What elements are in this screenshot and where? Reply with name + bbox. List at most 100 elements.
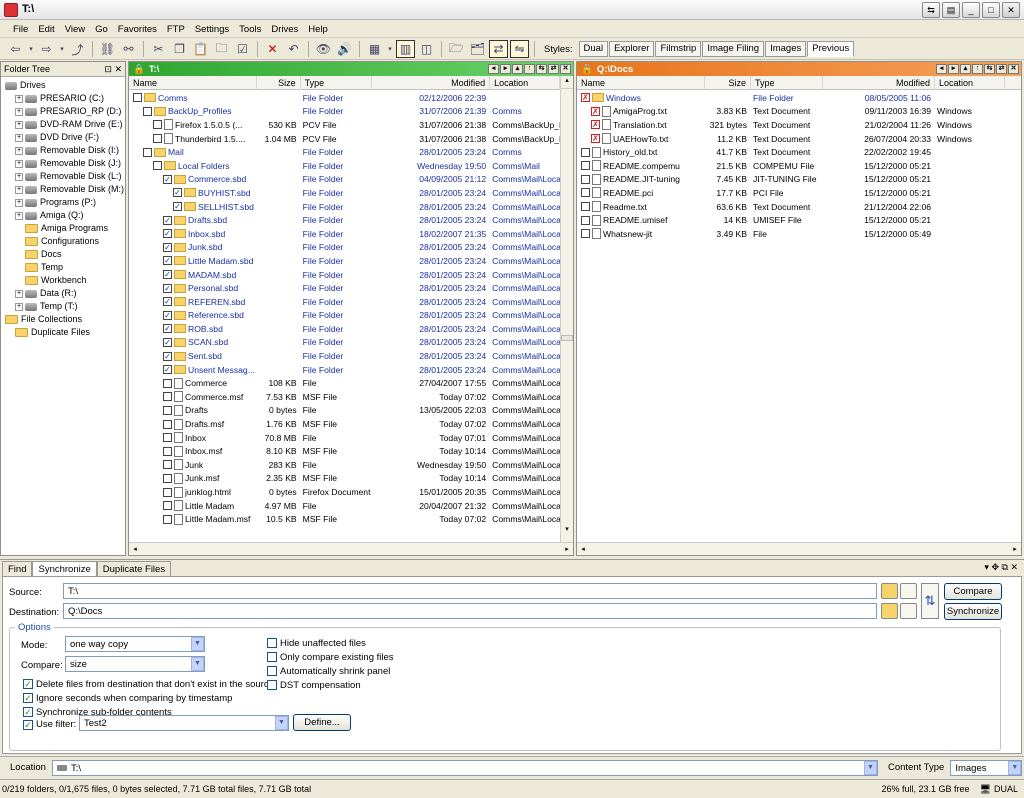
column-header-name[interactable]: Name bbox=[129, 76, 257, 90]
file-row[interactable]: Drafts 0 bytes File 13/05/2005 22:03 Comms\M… bbox=[129, 404, 560, 418]
file-row[interactable]: Local Folders File Folder Wednesday 19:50 C… bbox=[129, 159, 560, 173]
dropdown-icon[interactable]: ▾ bbox=[984, 562, 989, 572]
style-button-dual[interactable]: Dual bbox=[578, 41, 609, 57]
file-checkbox[interactable] bbox=[163, 405, 172, 415]
tree-item[interactable]: Amiga Programs bbox=[1, 222, 125, 235]
undo-icon[interactable]: ↶ bbox=[284, 40, 303, 58]
file-checkbox[interactable] bbox=[163, 446, 172, 456]
tree-item[interactable]: Workbench bbox=[1, 274, 125, 287]
pin-icon[interactable]: ✥ bbox=[991, 562, 999, 572]
menu-item-view[interactable]: View bbox=[60, 21, 90, 37]
file-row[interactable]: ✗ Translation.txt 321 bytes Text Document 21… bbox=[577, 118, 1021, 132]
expand-icon[interactable]: + bbox=[15, 172, 23, 181]
file-row[interactable]: Inbox 70.8 MB File Today 07:01 Comms\Mail\Lo… bbox=[129, 431, 560, 445]
close-icon[interactable]: ✕ bbox=[560, 64, 571, 74]
file-checkbox[interactable] bbox=[581, 188, 590, 198]
file-row[interactable]: BackUp_Profiles File Folder 31/07/2006 21:… bbox=[129, 105, 560, 119]
tree-item[interactable]: + PRESARIO (C:) bbox=[1, 92, 125, 105]
sync-icon[interactable]: ⇆ bbox=[536, 64, 547, 74]
tree-item[interactable]: + Programs (P:) bbox=[1, 196, 125, 209]
tree-item[interactable]: File Collections bbox=[1, 313, 125, 326]
style-button-explorer[interactable]: Explorer bbox=[609, 41, 655, 57]
file-checkbox[interactable]: ✗ bbox=[591, 134, 600, 144]
file-row[interactable]: Little Madam 4.97 MB File 20/04/2007 21:32 C… bbox=[129, 499, 560, 513]
file-row[interactable]: Little Madam.msf 10.5 KB MSF File Today 07:… bbox=[129, 512, 560, 526]
tree-item[interactable]: Duplicate Files bbox=[1, 326, 125, 339]
compare-select[interactable]: size ▼ bbox=[65, 656, 205, 672]
expand-icon[interactable]: + bbox=[15, 133, 23, 142]
option-checkbox[interactable]: ✓ bbox=[23, 693, 33, 703]
file-row[interactable]: README.JIT-tuning 7.45 KB JIT-TUNING File 1… bbox=[577, 173, 1021, 187]
close-icon[interactable]: ✕ bbox=[1010, 562, 1018, 572]
file-row[interactable]: ✓ SELLHIST.sbd File Folder 28/01/2005 23:24… bbox=[129, 200, 560, 214]
next-icon[interactable]: ▸ bbox=[948, 64, 959, 74]
remove-folder-icon[interactable]: 🗂 bbox=[468, 40, 487, 58]
file-checkbox[interactable] bbox=[163, 460, 172, 470]
file-row[interactable]: ✓ MADAM.sbd File Folder 28/01/2005 23:24 Com… bbox=[129, 268, 560, 282]
file-row[interactable]: ✓ Unsent Messag... File Folder 28/01/2005 2… bbox=[129, 363, 560, 377]
maximize-button[interactable]: □ bbox=[982, 2, 1000, 18]
audio-icon[interactable]: 🔊 bbox=[335, 40, 354, 58]
close-button[interactable]: ✕ bbox=[1002, 2, 1020, 18]
file-row[interactable]: README.compemu 21.5 KB COMPEMU File 15/12/2… bbox=[577, 159, 1021, 173]
content-type-select[interactable]: Images ▼ bbox=[950, 759, 1023, 776]
scroll-thumb[interactable] bbox=[561, 335, 573, 341]
compare-folders-icon[interactable]: ⇋ bbox=[510, 40, 529, 58]
swap-source-dest-icon[interactable]: ⇅ bbox=[921, 583, 939, 619]
file-checkbox[interactable] bbox=[163, 487, 172, 497]
folder-tree-icon[interactable]: 🗁 bbox=[447, 40, 466, 58]
forward-icon[interactable]: ⇨ bbox=[37, 40, 56, 58]
file-row[interactable]: ✗ UAEHowTo.txt 11.2 KB Text Document 26/07/2… bbox=[577, 132, 1021, 146]
column-header-size[interactable]: Size bbox=[257, 76, 301, 90]
tree-item[interactable]: + Removable Disk (L:) bbox=[1, 170, 125, 183]
disconnect-drive-icon[interactable]: ⚯ bbox=[119, 40, 138, 58]
file-checkbox[interactable]: ✗ bbox=[581, 93, 590, 103]
column-header-name[interactable]: Name bbox=[577, 75, 705, 90]
file-row[interactable]: ✓ Junk.sbd File Folder 28/01/2005 23:24 Comm… bbox=[129, 241, 560, 255]
column-header-modified[interactable]: Modified bbox=[823, 75, 935, 90]
tree-item[interactable]: + Temp (T:) bbox=[1, 300, 125, 313]
file-row[interactable]: ✓ Little Madam.sbd File Folder 28/01/2005 2… bbox=[129, 254, 560, 268]
tree-item[interactable]: + Removable Disk (I:) bbox=[1, 144, 125, 157]
file-checkbox[interactable]: ✓ bbox=[163, 283, 172, 293]
file-checkbox[interactable] bbox=[581, 174, 590, 184]
scroll-right-icon[interactable]: ▸ bbox=[1009, 545, 1021, 553]
tree-item[interactable]: + DVD Drive (F:) bbox=[1, 131, 125, 144]
left-pane-header[interactable]: 🔒 T:\ ◂ ▸ ▴ ↑ ⇆ ⇄ ✕ bbox=[129, 62, 573, 76]
option-checkbox[interactable] bbox=[267, 652, 277, 662]
tree-item[interactable]: Configurations bbox=[1, 235, 125, 248]
location-input[interactable]: T:\ ▼ bbox=[52, 759, 878, 776]
new-folder-icon[interactable]: 🗀 bbox=[212, 40, 231, 58]
option-checkbox[interactable]: ✓ bbox=[23, 707, 33, 717]
tree-item[interactable]: Temp bbox=[1, 261, 125, 274]
back-dropdown-icon[interactable]: ▾ bbox=[27, 40, 35, 58]
file-checkbox[interactable] bbox=[163, 514, 172, 524]
file-checkbox[interactable] bbox=[153, 161, 162, 171]
file-row[interactable]: Readme.txt 63.6 KB Text Document 21/12/2004… bbox=[577, 200, 1021, 214]
menu-item-favorites[interactable]: Favorites bbox=[113, 21, 162, 37]
prev-icon[interactable]: ◂ bbox=[936, 64, 947, 74]
properties-icon[interactable]: ☑ bbox=[233, 40, 252, 58]
file-row[interactable]: Whatsnew-jit 3.49 KB File 15/12/2000 05:49 bbox=[577, 227, 1021, 241]
file-checkbox[interactable] bbox=[163, 501, 172, 511]
option-checkbox[interactable] bbox=[267, 638, 277, 648]
file-row[interactable]: ✗ AmigaProg.txt 3.83 KB Text Document 09/11/… bbox=[577, 105, 1021, 119]
view-mode-icon[interactable]: ▦ bbox=[365, 40, 384, 58]
tree-item[interactable]: + Data (R:) bbox=[1, 287, 125, 300]
sync-folders-icon[interactable]: ⇄ bbox=[489, 40, 508, 58]
file-row[interactable]: ✗ Windows File Folder 08/05/2005 11:06 bbox=[577, 91, 1021, 105]
sync-icon[interactable]: ⇆ bbox=[984, 64, 995, 74]
view-mode-dropdown-icon[interactable]: ▾ bbox=[386, 40, 394, 58]
copy-icon[interactable]: ❐ bbox=[170, 40, 189, 58]
column-header-size[interactable]: Size bbox=[705, 75, 751, 90]
file-checkbox[interactable] bbox=[153, 134, 162, 144]
file-checkbox[interactable]: ✓ bbox=[163, 215, 172, 225]
restore-icon[interactable]: ⧉ bbox=[1002, 562, 1008, 572]
file-row[interactable]: Firefox 1.5.0.5 (... 530 KB PCV File 31/07/… bbox=[129, 118, 560, 132]
menu-item-settings[interactable]: Settings bbox=[190, 21, 234, 37]
file-checkbox[interactable] bbox=[163, 433, 172, 443]
expand-icon[interactable]: + bbox=[15, 302, 23, 311]
file-row[interactable]: Comms File Folder 02/12/2006 22:39 bbox=[129, 91, 560, 105]
file-row[interactable]: Inbox.msf 8.10 KB MSF File Today 10:14 Comms… bbox=[129, 444, 560, 458]
file-checkbox[interactable] bbox=[581, 229, 590, 239]
